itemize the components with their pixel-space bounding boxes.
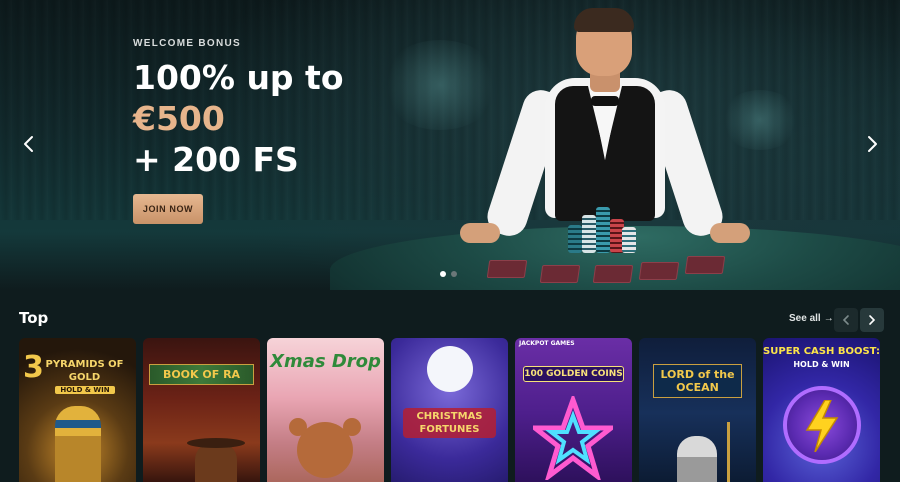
headline-line-1: 100% up to: [133, 58, 344, 97]
carousel-dot[interactable]: [451, 271, 457, 277]
game-tile[interactable]: Xmas Drop: [267, 338, 384, 482]
chevron-left-icon: [842, 315, 849, 325]
star-icon: [533, 396, 613, 480]
see-all-label: See all: [789, 313, 821, 324]
snowman-image: [427, 346, 473, 392]
bear-ear: [343, 418, 361, 436]
game-tile[interactable]: JACKPOT GAMES 100 GOLDEN COINS: [515, 338, 632, 482]
headline-line-3: + 200 FS: [133, 140, 299, 179]
adventurer-image: [195, 442, 237, 482]
chip-stacks: [566, 205, 636, 255]
poseidon-image: [677, 436, 717, 482]
game-title: PYRAMIDS OF GOLD: [45, 359, 124, 383]
carousel-next-button[interactable]: [862, 134, 882, 154]
headline-amount: €500: [133, 99, 225, 138]
hat-icon: [187, 438, 245, 448]
playing-card: [592, 265, 634, 283]
carousel-prev-button[interactable]: [19, 134, 39, 154]
game-tile[interactable]: CHRISTMAS FORTUNES: [391, 338, 508, 482]
game-tile[interactable]: BOOK OF RA: [143, 338, 260, 482]
trident-icon: [727, 422, 730, 482]
carousel-dot[interactable]: [440, 271, 446, 277]
hero-banner[interactable]: WELCOME BONUS 100% up to €500 + 200 FS J…: [0, 0, 900, 290]
game-title: SUPER CASH BOOST:: [763, 346, 880, 357]
join-now-button[interactable]: JOIN NOW: [133, 194, 203, 224]
hero-text: WELCOME BONUS 100% up to €500 + 200 FS J…: [133, 38, 344, 224]
carousel-dots: [440, 271, 457, 277]
game-title: CHRISTMAS FORTUNES: [403, 408, 496, 438]
chevron-right-icon: [869, 315, 876, 325]
bonus-headline: 100% up to €500 + 200 FS: [133, 57, 344, 180]
chevron-left-icon: [24, 136, 33, 152]
games-prev-button[interactable]: [834, 308, 858, 332]
pharaoh-image: [55, 406, 101, 482]
lightning-icon: [805, 400, 839, 452]
games-row: 3 PYRAMIDS OF GOLD HOLD & WIN BOOK OF RA…: [19, 338, 880, 482]
arrow-right-icon: →: [823, 313, 834, 324]
chevron-right-icon: [868, 136, 877, 152]
game-tile[interactable]: SUPER CASH BOOST: HOLD & WIN: [763, 338, 880, 482]
bonus-eyebrow: WELCOME BONUS: [133, 38, 242, 49]
game-subtitle: HOLD & WIN: [793, 360, 850, 369]
game-title: Xmas Drop: [270, 351, 381, 372]
game-title: 100 GOLDEN COINS: [523, 366, 624, 382]
game-badge: JACKPOT GAMES: [519, 340, 575, 347]
game-tile[interactable]: LORD of the OCEAN: [639, 338, 756, 482]
bear-ear: [289, 418, 307, 436]
see-all-link[interactable]: See all →: [789, 313, 834, 324]
game-title: LORD of the OCEAN: [653, 364, 742, 398]
game-title: BOOK OF RA: [149, 364, 254, 385]
playing-card: [684, 256, 726, 274]
section-title: Top: [19, 309, 49, 327]
game-subtitle: HOLD & WIN: [55, 386, 115, 394]
games-next-button[interactable]: [860, 308, 884, 332]
playing-card: [486, 260, 528, 278]
playing-card: [539, 265, 581, 283]
game-tile[interactable]: 3 PYRAMIDS OF GOLD HOLD & WIN: [19, 338, 136, 482]
playing-card: [638, 262, 680, 280]
